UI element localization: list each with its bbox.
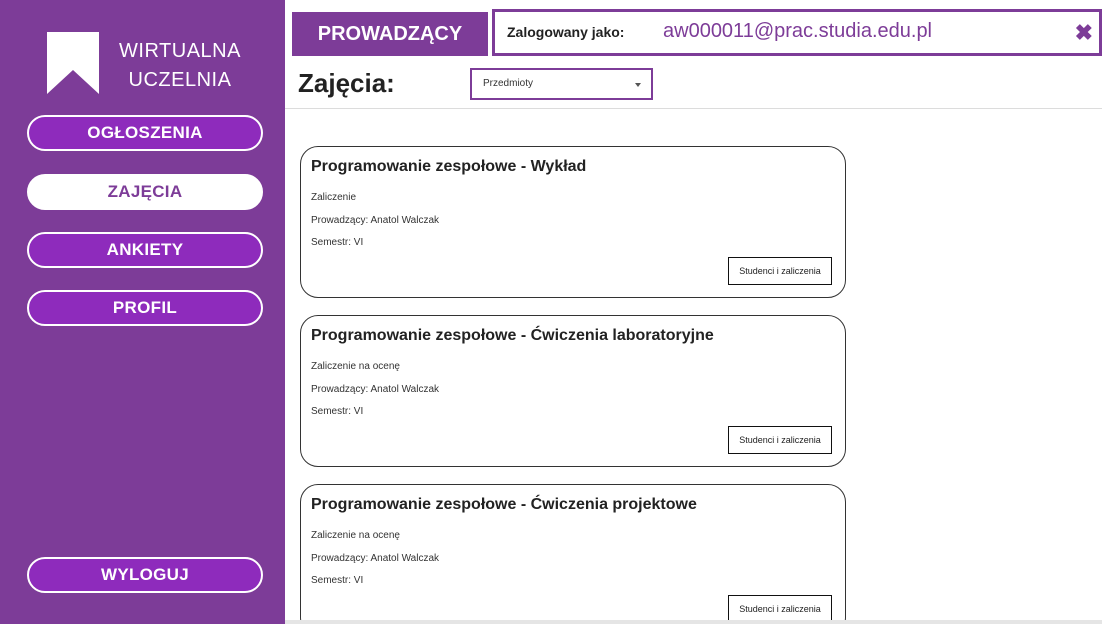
nav-label: PROFIL: [112, 298, 178, 317]
logout-label: WYLOGUJ: [100, 565, 190, 584]
course-card: Programowanie zespołowe - Ćwiczenia proj…: [300, 484, 846, 624]
course-card: Programowanie zespołowe - Ćwiczenia labo…: [300, 315, 846, 467]
bookmark-icon: [47, 32, 99, 94]
nav-profil-button[interactable]: PROFIL: [27, 290, 263, 326]
nav-ankiety-button[interactable]: ANKIETY: [27, 232, 263, 268]
course-title: Programowanie zespołowe - Wykład: [311, 158, 587, 175]
course-type-select[interactable]: Przedmioty: [470, 68, 653, 100]
select-value: Przedmioty: [483, 78, 534, 89]
nav-label: ANKIETY: [106, 240, 184, 259]
app-logo-text: WIRTUALNA UCZELNIA: [110, 37, 250, 95]
course-title: Programowanie zespołowe - Ćwiczenia proj…: [311, 496, 697, 513]
course-assessment: Zaliczenie: [311, 192, 357, 203]
students-grades-button[interactable]: Studenci i zaliczenia: [728, 257, 832, 285]
horizontal-scrollbar[interactable]: [285, 620, 1102, 624]
role-badge: PROWADZĄCY: [292, 12, 488, 56]
sidebar: WIRTUALNA UCZELNIA OGŁOSZENIA ZAJĘCIA AN…: [0, 0, 285, 624]
course-title: Programowanie zespołowe - Ćwiczenia labo…: [311, 327, 714, 344]
course-teacher: Prowadzący: Anatol Walczak: [311, 384, 440, 395]
user-bar: Zalogowany jako: aw000011@prac.studia.ed…: [492, 12, 1102, 56]
user-email: aw000011@prac.studia.edu.pl: [663, 20, 933, 42]
course-card: Programowanie zespołowe - Wykład Zalicze…: [300, 146, 846, 298]
course-semester: Semestr: VI: [311, 237, 364, 248]
nav-label: ZAJĘCIA: [107, 182, 183, 201]
students-grades-button[interactable]: Studenci i zaliczenia: [728, 595, 832, 623]
nav-ogloszenia-button[interactable]: OGŁOSZENIA: [27, 115, 263, 151]
role-label: PROWADZĄCY: [317, 22, 463, 45]
course-list[interactable]: Programowanie zespołowe - Wykład Zalicze…: [285, 109, 1102, 624]
nav-zajecia-button[interactable]: ZAJĘCIA: [27, 174, 263, 210]
nav-label: OGŁOSZENIA: [87, 123, 203, 142]
logged-as-label: Zalogowany jako:: [507, 24, 625, 40]
logo-line-1: WIRTUALNA: [119, 40, 241, 62]
chevron-down-icon: [635, 83, 641, 87]
course-teacher: Prowadzący: Anatol Walczak: [311, 215, 440, 226]
logo-line-2: UCZELNIA: [128, 69, 232, 91]
course-assessment: Zaliczenie na ocenę: [311, 530, 400, 541]
students-grades-button[interactable]: Studenci i zaliczenia: [728, 426, 832, 454]
logout-button[interactable]: WYLOGUJ: [27, 557, 263, 593]
course-assessment: Zaliczenie na ocenę: [311, 361, 400, 372]
course-semester: Semestr: VI: [311, 575, 364, 586]
page-title: Zajęcia:: [298, 68, 395, 98]
close-icon[interactable]: ✖: [1075, 22, 1093, 44]
course-semester: Semestr: VI: [311, 406, 364, 417]
course-teacher: Prowadzący: Anatol Walczak: [311, 553, 440, 564]
